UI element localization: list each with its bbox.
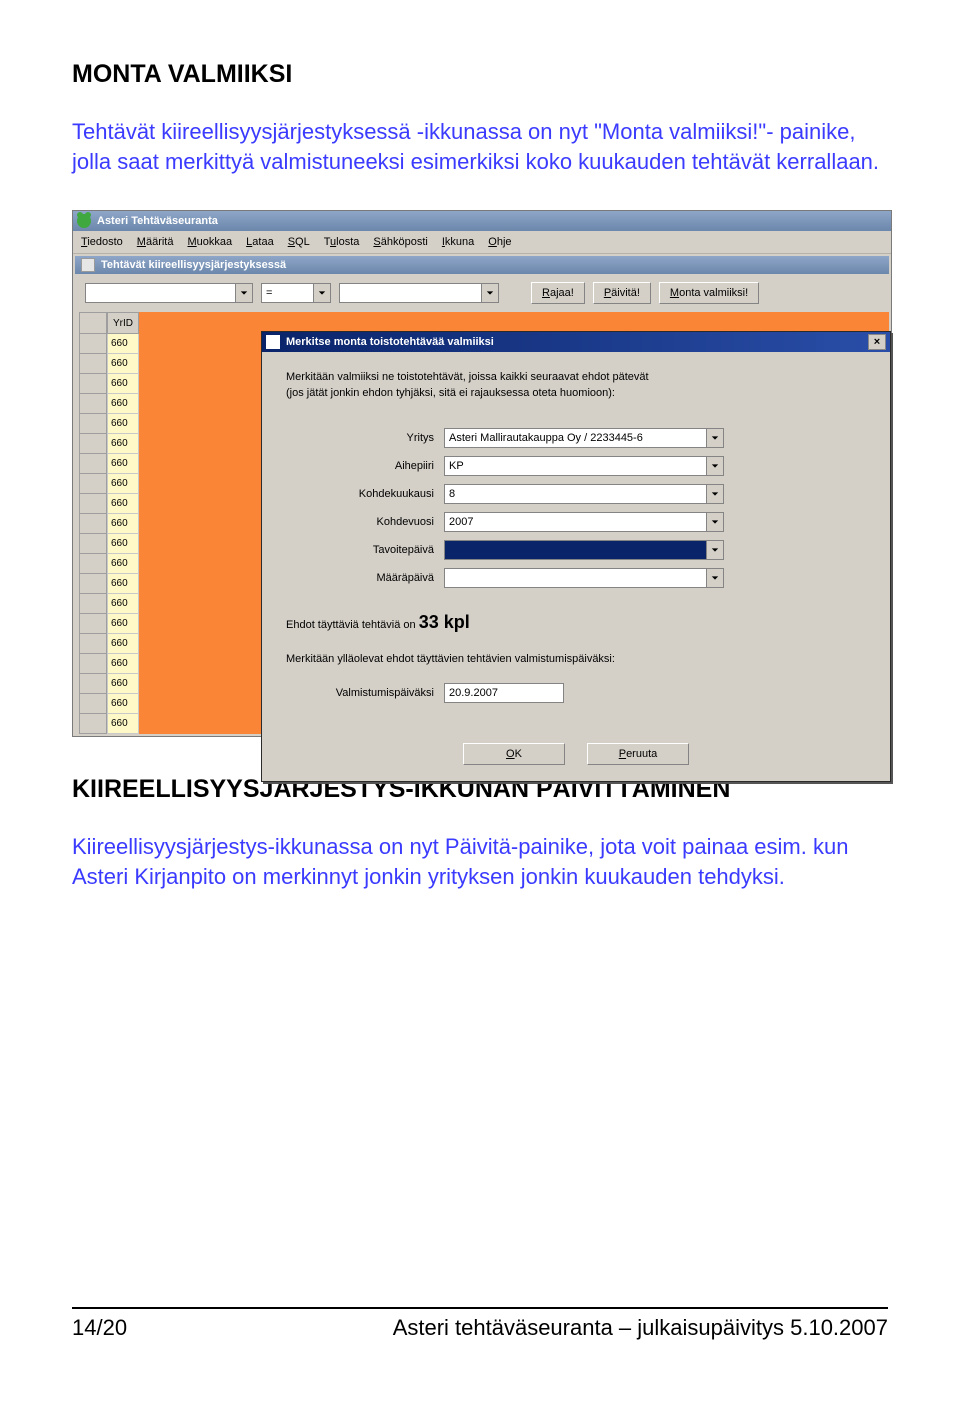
count-value: 33 kpl (419, 612, 470, 632)
subwindow-title: Tehtävät kiireellisyysjärjestyksessä (101, 259, 286, 271)
chevron-down-icon (706, 457, 723, 475)
menu-ohje[interactable]: Ohje (488, 236, 511, 248)
ok-button[interactable]: OK (463, 743, 565, 765)
grid-cell[interactable]: 660 (107, 654, 139, 674)
label-yritys: Yritys (286, 432, 444, 444)
chevron-down-icon (706, 541, 723, 559)
doc-para-2: Kiireellisyysjärjestys-ikkunassa on nyt … (72, 832, 888, 891)
menu-sql[interactable]: SQL (288, 236, 310, 248)
label-maarapaiva: Määräpäivä (286, 572, 444, 584)
dialog-icon (266, 335, 280, 349)
app-screenshot: Asteri Tehtäväseuranta Tiedosto Määritä … (72, 210, 892, 737)
grid-cell[interactable]: 660 (107, 634, 139, 654)
grid-cell[interactable]: 660 (107, 474, 139, 494)
app-title: Asteri Tehtäväseuranta (97, 215, 218, 227)
filter-field-combo[interactable] (85, 283, 253, 303)
chevron-down-icon (706, 569, 723, 587)
doc-para-1: Tehtävät kiireellisyysjärjestyksessä -ik… (72, 117, 888, 176)
doc-heading-1: MONTA VALMIIKSI (72, 60, 888, 89)
menu-muokkaa[interactable]: Muokkaa (188, 236, 233, 248)
combo-kohdekuukausi[interactable]: 8 (444, 484, 724, 504)
input-valmistumispv[interactable]: 20.9.2007 (444, 683, 564, 703)
grid-yrid-col: YrID 660 660 660 660 660 660 660 660 660… (107, 312, 139, 734)
label-kohdevuosi: Kohdevuosi (286, 516, 444, 528)
chevron-down-icon (481, 284, 498, 302)
combo-tavoitepaiva[interactable] (444, 540, 724, 560)
grid-cell[interactable]: 660 (107, 374, 139, 394)
chevron-down-icon (235, 284, 252, 302)
subwindow-titlebar: Tehtävät kiireellisyysjärjestyksessä (75, 256, 889, 274)
grid-cell[interactable]: 660 (107, 514, 139, 534)
grid-cell[interactable]: 660 (107, 334, 139, 354)
grid-cell[interactable]: 660 (107, 554, 139, 574)
chevron-down-icon (706, 485, 723, 503)
grid-cell[interactable]: 660 (107, 594, 139, 614)
menu-maarita[interactable]: Määritä (137, 236, 174, 248)
close-icon: × (874, 336, 880, 348)
grid-cell[interactable]: 660 (107, 534, 139, 554)
combo-kohdevuosi[interactable]: 2007 (444, 512, 724, 532)
grid-cell[interactable]: 660 (107, 694, 139, 714)
combo-maarapaiva[interactable] (444, 568, 724, 588)
menu-tiedosto[interactable]: Tiedosto (81, 236, 123, 248)
dialog-merkitse-monta: Merkitse monta toistotehtävää valmiiksi … (261, 331, 891, 782)
combo-yritys[interactable]: Asteri Mallirautakauppa Oy / 2233445-6 (444, 428, 724, 448)
grid-cell[interactable]: 660 (107, 434, 139, 454)
label-aihepiiri: Aihepiiri (286, 460, 444, 472)
filter-op-combo[interactable]: = (261, 283, 331, 303)
app-titlebar: Asteri Tehtäväseuranta (73, 211, 891, 231)
grid-cell[interactable]: 660 (107, 574, 139, 594)
filter-value-combo[interactable] (339, 283, 499, 303)
menu-lataa[interactable]: Lataa (246, 236, 274, 248)
grid-cell[interactable]: 660 (107, 614, 139, 634)
grid-cell[interactable]: 660 (107, 354, 139, 374)
monta-valmiiksi-button[interactable]: Monta valmiiksi! (659, 282, 759, 304)
note-label: Merkitään ylläolevat ehdot täyttävien te… (286, 653, 866, 665)
page-footer: 14/20 Asteri tehtäväseuranta – julkaisup… (72, 1307, 888, 1341)
dialog-titlebar: Merkitse monta toistotehtävää valmiiksi … (262, 332, 890, 352)
cancel-button[interactable]: Peruuta (587, 743, 689, 765)
paivita-button[interactable]: Päivitä! (593, 282, 651, 304)
grid-cell[interactable]: 660 (107, 714, 139, 734)
combo-aihepiiri[interactable]: KP (444, 456, 724, 476)
grid-row-selector-col (79, 312, 107, 734)
filter-bar: = Rajaa! Päivitä! Monta valmiiksi! (75, 274, 889, 312)
dialog-body: Merkitään valmiiksi ne toistotehtävät, j… (262, 352, 890, 781)
para1-button-name: "Monta valmiiksi!" (594, 119, 766, 144)
grid-cell[interactable]: 660 (107, 674, 139, 694)
menubar: Tiedosto Määritä Muokkaa Lataa SQL Tulos… (73, 231, 891, 254)
menu-ikkuna[interactable]: Ikkuna (442, 236, 474, 248)
grid-cell[interactable]: 660 (107, 494, 139, 514)
close-button[interactable]: × (868, 334, 886, 350)
grid-cell[interactable]: 660 (107, 394, 139, 414)
menu-sahkoposti[interactable]: Sähköposti (373, 236, 427, 248)
label-valmistumispv: Valmistumispäiväksi (286, 687, 444, 699)
dialog-intro: Merkitään valmiiksi ne toistotehtävät, j… (286, 370, 866, 402)
grid-cell[interactable]: 660 (107, 414, 139, 434)
menu-tulosta[interactable]: Tulosta (324, 236, 360, 248)
footer-text: Asteri tehtäväseuranta – julkaisupäivity… (393, 1315, 888, 1341)
col-header-yrid[interactable]: YrID (107, 312, 139, 334)
label-kohdekuukausi: Kohdekuukausi (286, 488, 444, 500)
chevron-down-icon (313, 284, 330, 302)
subwindow-icon (81, 258, 95, 272)
para1-prefix: Tehtävät kiireellisyysjärjestyksessä -ik… (72, 119, 594, 144)
label-tavoitepaiva: Tavoitepäivä (286, 544, 444, 556)
chevron-down-icon (706, 513, 723, 531)
rajaa-button[interactable]: Rajaa! (531, 282, 585, 304)
count-row: Ehdot täyttäviä tehtäviä on 33 kpl (286, 612, 866, 633)
chevron-down-icon (706, 429, 723, 447)
dialog-title: Merkitse monta toistotehtävää valmiiksi (286, 336, 494, 348)
grid-cell[interactable]: 660 (107, 454, 139, 474)
footer-page-num: 14/20 (72, 1315, 127, 1341)
app-icon (77, 214, 91, 228)
